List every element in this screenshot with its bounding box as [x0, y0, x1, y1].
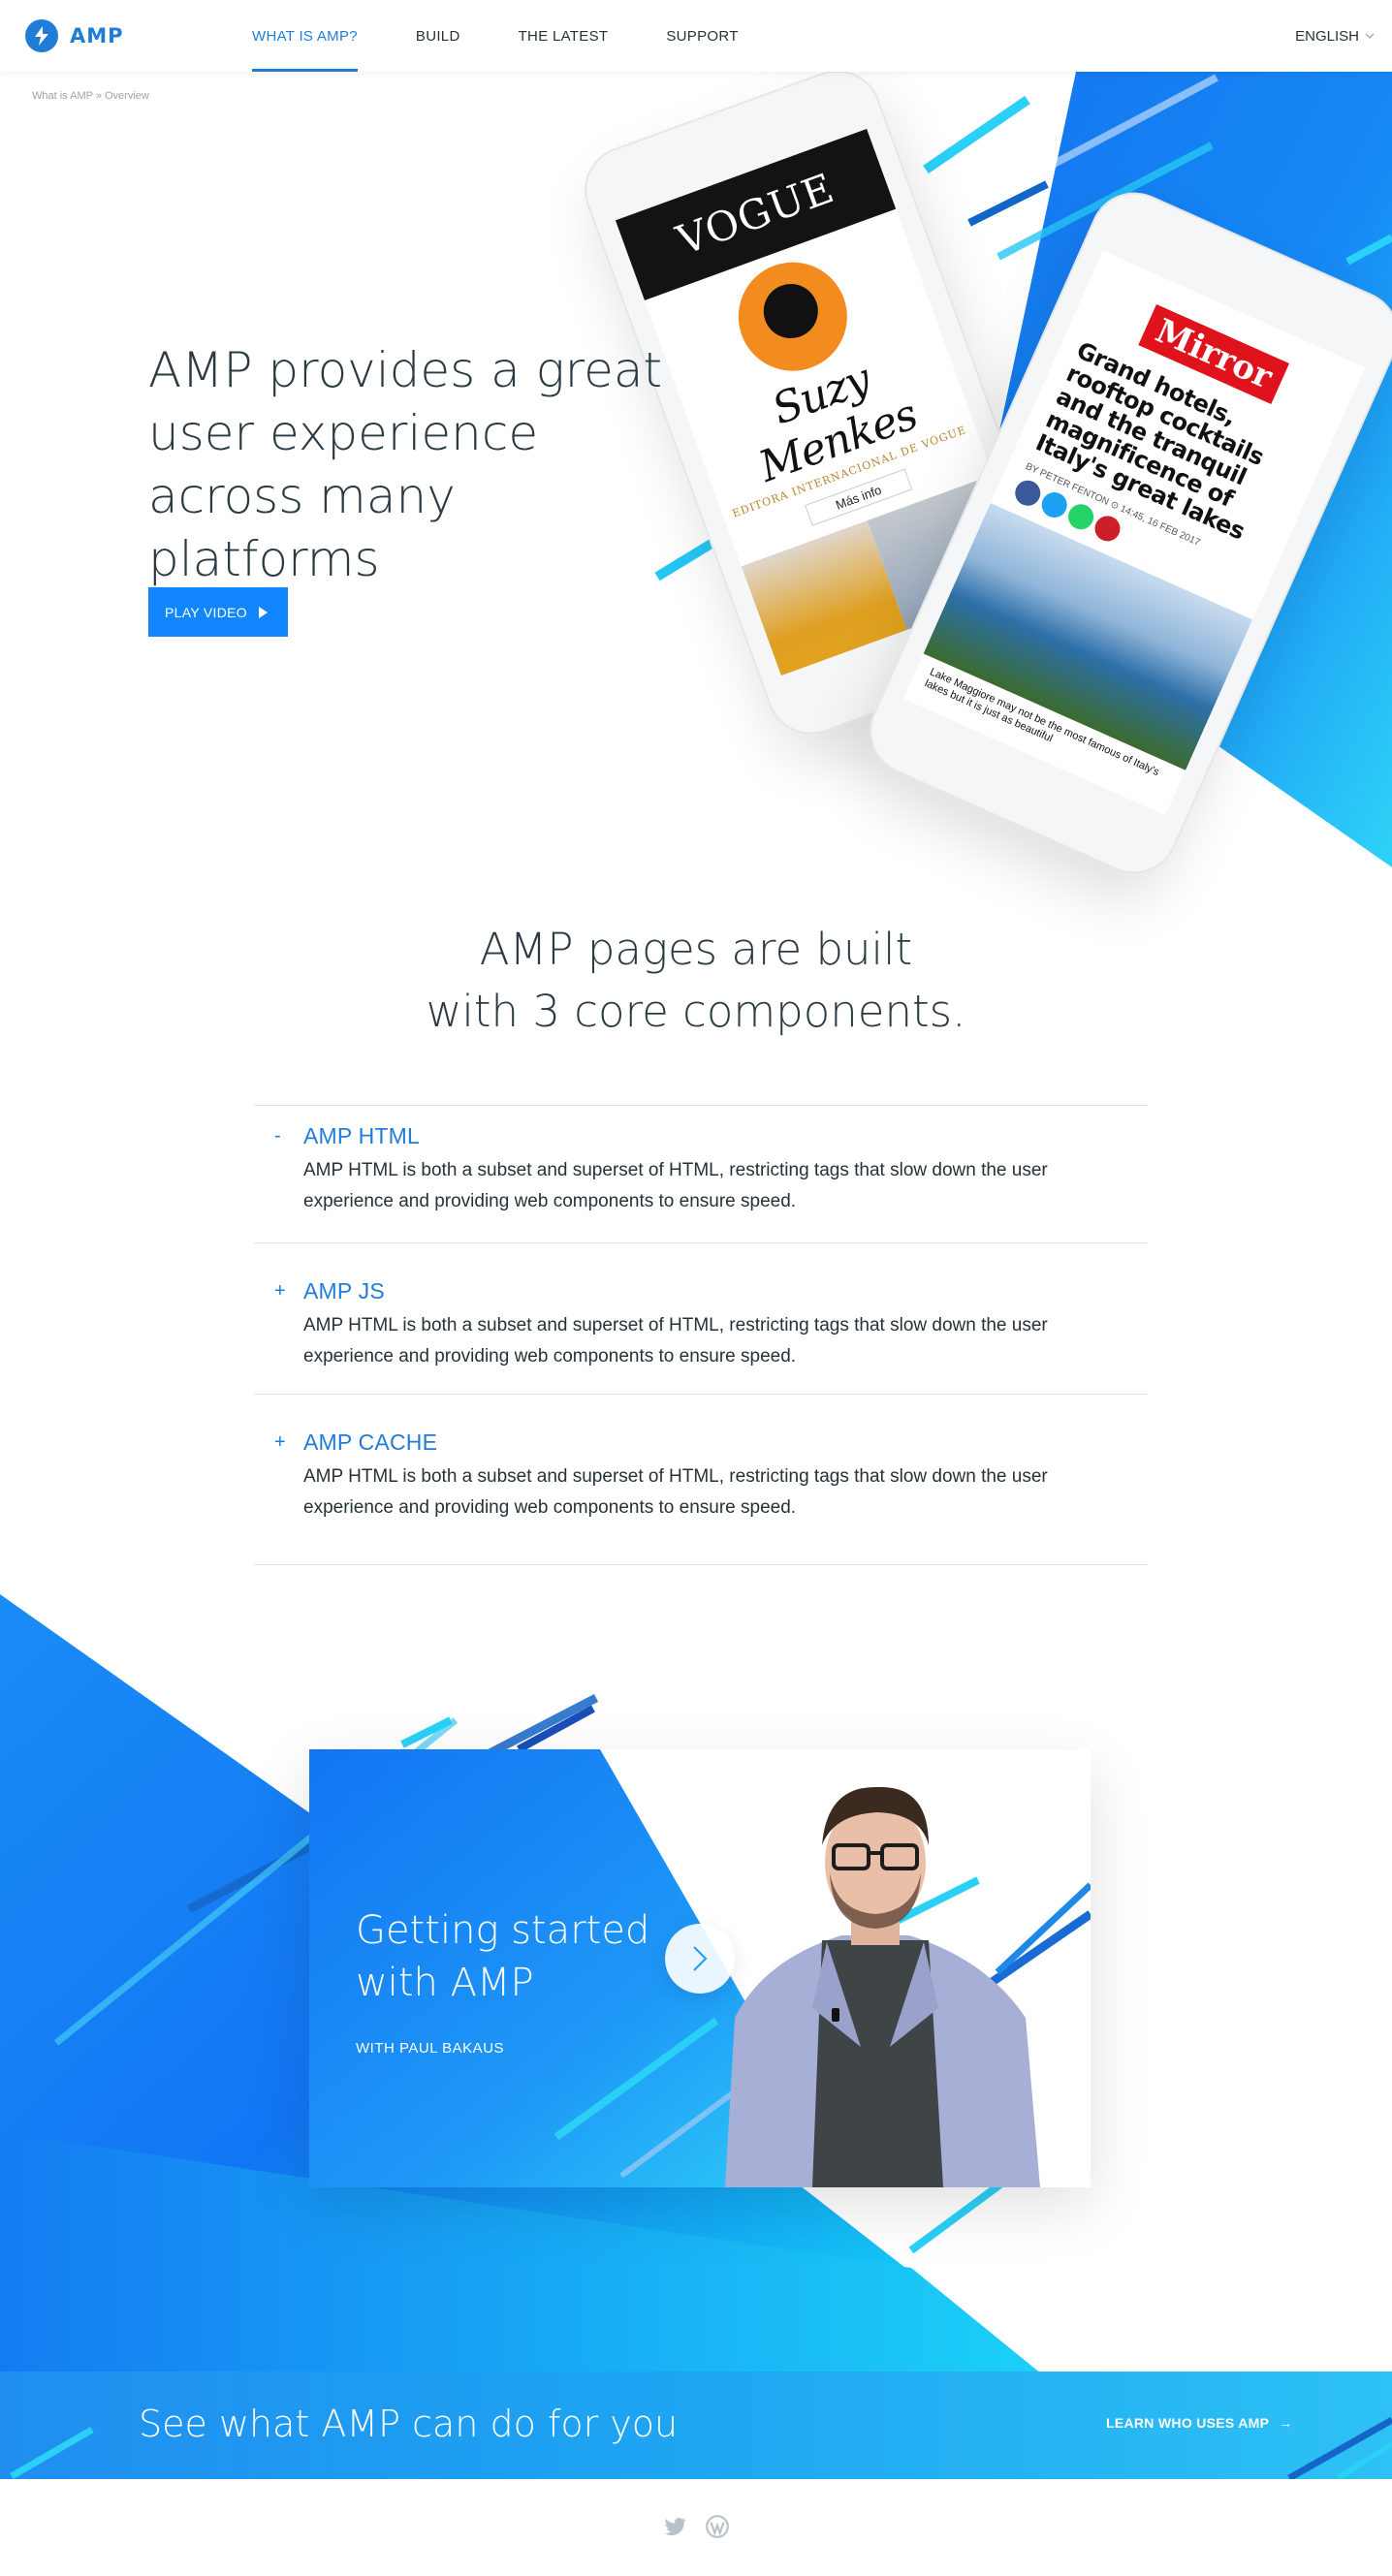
video-subtitle: WITH PAUL BAKAUS: [356, 2040, 505, 2057]
main-nav: WHAT IS AMP? BUILD THE LATEST SUPPORT: [229, 0, 739, 72]
components-accordion: - AMP HTML AMP HTML is both a subset and…: [254, 1105, 1148, 1565]
language-label: ENGLISH: [1295, 27, 1359, 45]
accordion-header-amp-js[interactable]: + AMP JS: [254, 1243, 1148, 1304]
accordion-label: AMP HTML: [303, 1123, 421, 1148]
expand-icon: +: [274, 1431, 286, 1453]
video-play-button[interactable]: [665, 1924, 735, 1994]
presenter-photo: [725, 1786, 1040, 2187]
twitter-icon: [1037, 487, 1071, 522]
accordion-label: AMP CACHE: [303, 1429, 438, 1455]
chevron-right-icon: [693, 1946, 708, 1971]
play-video-label: PLAY VIDEO: [165, 604, 247, 620]
facebook-icon: [1011, 476, 1045, 510]
video-title: Getting started with AMP: [356, 1908, 650, 2005]
accordion-header-amp-cache[interactable]: + AMP CACHE: [254, 1395, 1148, 1456]
play-video-button[interactable]: PLAY VIDEO: [148, 587, 288, 637]
nav-item-build[interactable]: BUILD: [416, 0, 460, 72]
chevron-down-icon: [1365, 33, 1375, 39]
vogue-masthead: VOGUE: [615, 128, 897, 300]
accordion-item-amp-html: - AMP HTML AMP HTML is both a subset and…: [254, 1105, 1148, 1242]
accordion-body: AMP HTML is both a subset and superset o…: [303, 1160, 1048, 1211]
accordion-body: AMP HTML is both a subset and superset o…: [303, 1466, 1048, 1518]
site-header: AMP WHAT IS AMP? BUILD THE LATEST SUPPOR…: [0, 0, 1392, 72]
language-selector[interactable]: ENGLISH: [1295, 0, 1375, 72]
cta-headline: See what AMP can do for you: [139, 2403, 679, 2445]
accordion-item-amp-js: + AMP JS AMP HTML is both a subset and s…: [254, 1242, 1148, 1394]
nav-item-what-is-amp[interactable]: WHAT IS AMP?: [252, 0, 358, 72]
hero-title: AMP provides a great user experience acr…: [148, 342, 663, 587]
cta-link-label: LEARN WHO USES AMP: [1106, 2415, 1270, 2431]
arrow-right-icon: →: [1279, 2415, 1293, 2431]
accordion-body: AMP HTML is both a subset and superset o…: [303, 1315, 1048, 1367]
collapse-icon: -: [274, 1125, 281, 1147]
nav-item-the-latest[interactable]: THE LATEST: [519, 0, 609, 72]
lightning-bolt-icon: [25, 19, 58, 52]
twitter-icon[interactable]: [662, 2514, 687, 2539]
play-icon: [258, 606, 268, 618]
expand-icon: +: [274, 1280, 286, 1302]
pinterest-icon: [1091, 512, 1124, 546]
wordpress-icon[interactable]: [705, 2514, 730, 2539]
components-title: AMP pages are built with 3 core componen…: [0, 919, 1392, 1043]
logo-text: AMP: [70, 24, 124, 47]
components-title-line2: with 3 core components.: [426, 986, 966, 1037]
breadcrumb: What is AMP » Overview: [32, 90, 149, 102]
components-title-line1: AMP pages are built: [479, 924, 913, 975]
nav-item-support[interactable]: SUPPORT: [666, 0, 738, 72]
whatsapp-icon: [1063, 500, 1098, 534]
accordion-label: AMP JS: [303, 1278, 385, 1304]
accordion-header-amp-html[interactable]: - AMP HTML: [254, 1106, 1148, 1149]
footer-social-icons: [662, 2514, 747, 2539]
amp-logo[interactable]: AMP: [25, 19, 124, 52]
learn-who-uses-amp-link[interactable]: LEARN WHO USES AMP →: [1106, 2415, 1293, 2431]
accordion-item-amp-cache: + AMP CACHE AMP HTML is both a subset an…: [254, 1394, 1148, 1565]
